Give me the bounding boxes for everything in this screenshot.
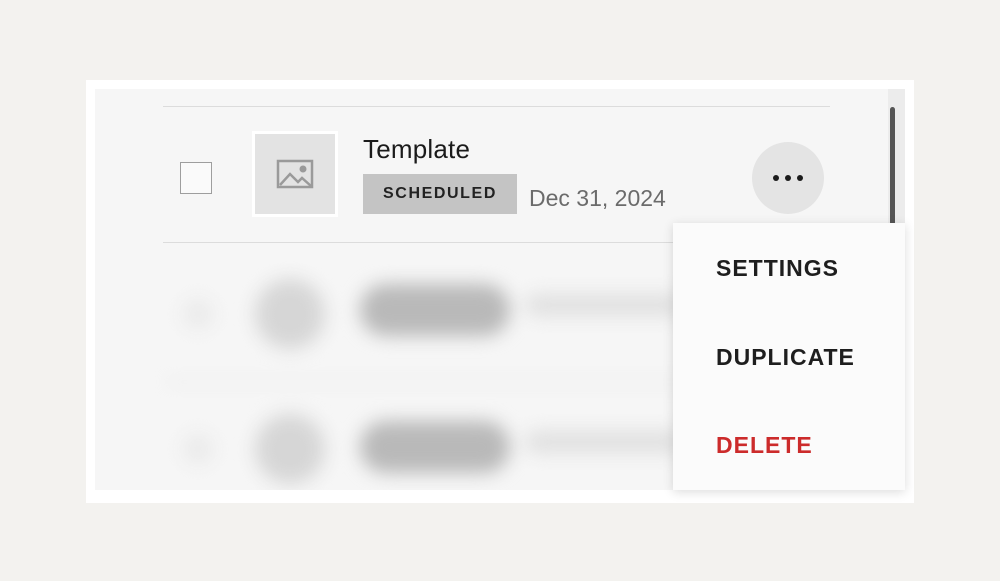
more-options-menu: SETTINGS DUPLICATE DELETE xyxy=(673,223,905,490)
blurred-text xyxy=(360,284,510,336)
menu-item-duplicate[interactable]: DUPLICATE xyxy=(716,344,855,371)
blurred-checkbox xyxy=(183,299,213,329)
blurred-text xyxy=(360,421,510,473)
scrollbar-thumb[interactable] xyxy=(890,107,895,225)
blurred-text xyxy=(525,294,685,316)
blurred-thumbnail xyxy=(255,279,325,349)
blurred-text xyxy=(525,431,685,453)
blurred-thumbnail xyxy=(255,414,325,484)
blurred-checkbox xyxy=(183,434,213,464)
menu-item-delete[interactable]: DELETE xyxy=(716,432,813,459)
menu-item-settings[interactable]: SETTINGS xyxy=(716,255,839,282)
